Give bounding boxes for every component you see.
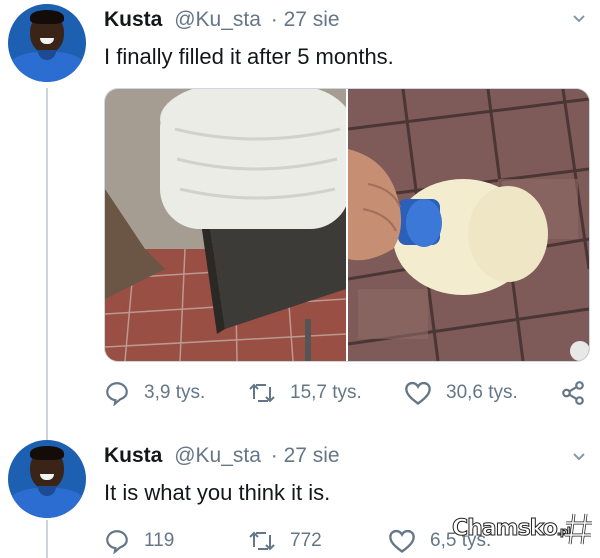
tweet-header: Kusta @Ku_sta · 27 sie — [104, 444, 340, 468]
share-button[interactable] — [560, 378, 600, 408]
retweet-button[interactable]: 15,7 tys. — [248, 378, 362, 408]
like-button[interactable]: 30,6 tys. — [404, 378, 518, 408]
reply-icon — [106, 530, 128, 554]
reply-button[interactable]: 119 — [104, 526, 174, 556]
retweet-count: 15,7 tys. — [290, 382, 362, 403]
chevron-down-icon[interactable] — [572, 450, 586, 464]
author-name[interactable]: Kusta — [104, 444, 162, 467]
tweet-actions: 3,9 tys. 15,7 tys. 30,6 tys. — [104, 378, 594, 408]
tweet-text: It is what you think it is. — [104, 480, 331, 505]
media-photo-bottle-in-hand[interactable] — [348, 89, 589, 361]
author-name[interactable]: Kusta — [104, 8, 162, 31]
tweet-date[interactable]: · 27 sie — [271, 444, 340, 467]
retweet-icon — [249, 531, 275, 551]
thread-connector-line — [46, 88, 48, 440]
tweet-text: I finally filled it after 5 months. — [104, 44, 394, 69]
avatar[interactable] — [8, 440, 86, 518]
like-icon — [405, 381, 431, 405]
author-handle[interactable]: @Ku_sta — [174, 8, 261, 31]
reply-count: 3,9 tys. — [144, 382, 206, 403]
tweet-media[interactable] — [104, 88, 590, 362]
chamsko-watermark: Chamsko.pl — [446, 510, 596, 550]
media-photo-bottle-on-stand[interactable] — [105, 89, 346, 361]
tweet-date[interactable]: · 27 sie — [271, 8, 340, 31]
hashtag-logo-icon — [565, 513, 592, 545]
like-icon — [389, 529, 415, 553]
like-count: 30,6 tys. — [446, 382, 518, 403]
thread-connector-line — [46, 520, 48, 558]
retweet-count: 772 — [290, 530, 322, 551]
avatar[interactable] — [8, 4, 86, 82]
reply-icon — [106, 382, 128, 406]
chevron-down-icon[interactable] — [572, 12, 586, 26]
retweet-button[interactable]: 772 — [248, 526, 322, 556]
reply-count: 119 — [144, 530, 175, 551]
tweet-header: Kusta @Ku_sta · 27 sie — [104, 8, 340, 32]
share-icon — [562, 381, 584, 405]
watermark-logo: Chamsko.pl — [452, 516, 572, 542]
retweet-icon — [249, 383, 275, 403]
reply-button[interactable]: 3,9 tys. — [104, 378, 205, 408]
author-handle[interactable]: @Ku_sta — [174, 444, 261, 467]
